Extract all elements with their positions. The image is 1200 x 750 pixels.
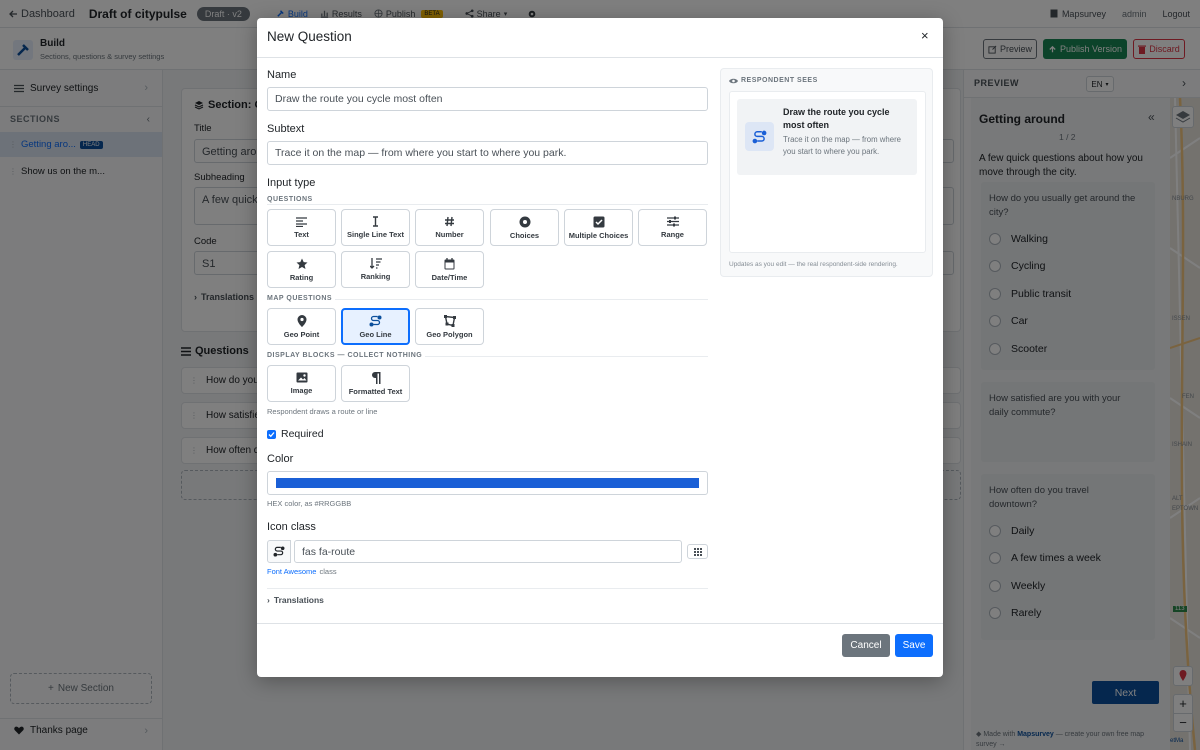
color-label: Color <box>267 453 294 465</box>
sort-amount-icon <box>369 258 382 269</box>
translations-label: Translations <box>273 595 324 605</box>
subtext-input[interactable]: Trace it on the map — from where you sta… <box>267 141 708 165</box>
tile-label: Geo Line <box>359 329 392 339</box>
name-input[interactable]: Draw the route you cycle most often <box>267 87 708 111</box>
cancel-button[interactable]: Cancel <box>842 634 890 657</box>
tile-label: Single Line Text <box>347 230 404 239</box>
respondent-subtext: Trace it on the map — from where you sta… <box>783 135 902 156</box>
tile-label: Multiple Choices <box>568 230 629 240</box>
tile-label: Formatted Text <box>348 386 403 396</box>
respondent-sees-panel: RESPONDENT SEES Draw the route you cycle… <box>720 68 933 277</box>
tile-label: Rating <box>289 272 314 282</box>
type-choices-tile[interactable]: Choices <box>490 209 559 246</box>
respondent-title: Draw the route you cycle most often <box>783 107 890 131</box>
tile-label: Geo Point <box>283 329 320 339</box>
type-rating-tile[interactable]: Rating <box>267 251 336 288</box>
modal-header: New Question × <box>257 18 943 58</box>
new-question-modal: New Question × Name Draw the route you c… <box>257 18 943 677</box>
required-label: Required <box>281 428 324 440</box>
respondent-footer: Updates as you edit — the real responden… <box>729 261 898 268</box>
text-cursor-icon <box>373 216 378 227</box>
color-swatch <box>276 478 699 488</box>
map-marker-icon <box>297 314 306 327</box>
close-icon[interactable]: × <box>921 28 929 43</box>
type-datetime-tile[interactable]: Date/Time <box>415 251 484 288</box>
color-hint: HEX color, as #RRGGBB <box>267 499 352 508</box>
save-button[interactable]: Save <box>895 634 933 657</box>
sliders-icon <box>666 216 679 227</box>
required-checkbox[interactable]: Required <box>267 428 324 440</box>
modal-footer-divider <box>257 623 943 624</box>
icon-picker-button[interactable] <box>687 544 708 559</box>
square-check-icon <box>593 216 604 227</box>
align-left-icon <box>296 216 307 227</box>
tile-label: Choices <box>509 230 540 240</box>
star-icon <box>296 258 307 269</box>
type-formatted-text-tile[interactable]: Formatted Text <box>341 365 410 402</box>
type-multiple-choices-tile[interactable]: Multiple Choices <box>564 209 633 246</box>
grid-icon <box>693 547 702 556</box>
tile-label: Range <box>661 230 684 239</box>
type-image-tile[interactable]: Image <box>267 365 336 402</box>
tile-label: Image <box>290 386 313 395</box>
tile-label: Number <box>435 230 464 239</box>
input-type-label: Input type <box>267 177 316 189</box>
type-ranking-tile[interactable]: Ranking <box>341 251 410 288</box>
tile-label: Text <box>294 229 309 239</box>
icon-hint-rest: class <box>319 567 337 576</box>
questions-section-label: QUESTIONS <box>267 196 313 203</box>
modal-title: New Question <box>267 29 352 44</box>
subtext-label: Subtext <box>267 123 305 135</box>
type-hint: Respondent draws a route or line <box>267 407 378 416</box>
checkbox-checked-icon[interactable] <box>267 429 276 439</box>
type-number-tile[interactable]: Number <box>415 209 484 246</box>
hashtag-icon <box>445 216 454 227</box>
respondent-preview: Draw the route you cycle most often Trac… <box>729 91 926 253</box>
chevron-right-icon: › <box>267 595 270 605</box>
type-text-tile[interactable]: Text <box>267 209 336 246</box>
translations-toggle[interactable]: › Translations <box>267 595 324 605</box>
type-geo-polygon-tile[interactable]: Geo Polygon <box>415 308 484 345</box>
tile-label: Geo Polygon <box>426 329 473 339</box>
icon-class-input[interactable]: fas fa-route <box>294 540 682 563</box>
icon-preview <box>267 540 291 563</box>
icon-class-label: Icon class <box>267 521 316 533</box>
type-geo-line-tile[interactable]: Geo Line <box>341 308 410 345</box>
type-single-line-tile[interactable]: Single Line Text <box>341 209 410 246</box>
tile-label: Date/Time <box>431 272 468 282</box>
display-section-label: DISPLAY BLOCKS — COLLECT NOTHING <box>267 352 426 359</box>
eye-icon <box>729 78 738 83</box>
tile-label: Ranking <box>360 272 391 281</box>
route-icon <box>369 315 382 326</box>
circle-dot-icon <box>519 216 530 227</box>
respondent-icon-box <box>745 122 774 151</box>
name-label: Name <box>267 69 297 81</box>
map-section-label: MAP QUESTIONS <box>267 295 336 302</box>
paragraph-icon <box>371 371 380 384</box>
image-icon <box>296 372 307 383</box>
icon-hint: Font Awesome class <box>267 567 337 576</box>
type-geo-point-tile[interactable]: Geo Point <box>267 308 336 345</box>
respondent-sees-label: RESPONDENT SEES <box>741 77 818 84</box>
respondent-sees-header: RESPONDENT SEES <box>729 77 818 84</box>
type-range-tile[interactable]: Range <box>638 209 707 246</box>
divider <box>267 588 708 589</box>
divider <box>267 204 708 205</box>
color-input[interactable] <box>267 471 708 495</box>
calendar-icon <box>444 257 455 269</box>
draw-polygon-icon <box>443 314 456 327</box>
font-awesome-link[interactable]: Font Awesome <box>267 567 316 576</box>
route-icon <box>752 130 767 143</box>
respondent-question-card: Draw the route you cycle most often Trac… <box>737 99 917 175</box>
route-icon <box>273 546 285 557</box>
